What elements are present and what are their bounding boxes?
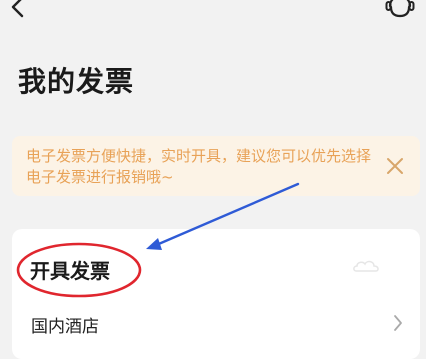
list-item-label: 国内酒店 <box>31 317 99 337</box>
invoice-card: 开具发票 国内酒店 <box>12 229 420 359</box>
chevron-right-icon <box>394 315 402 331</box>
highlight-ellipse <box>16 242 142 298</box>
notice-text: 电子发票方便快捷，实时开具，建议您可以优先选择电子发票进行报销哦~ <box>26 147 372 186</box>
decorative-cloud-icon <box>353 260 379 272</box>
headset-icon[interactable] <box>384 0 416 22</box>
chevron-left-icon[interactable] <box>6 0 32 22</box>
notice-banner: 电子发票方便快捷，实时开具，建议您可以优先选择电子发票进行报销哦~ <box>12 136 420 196</box>
close-icon[interactable] <box>384 155 406 177</box>
page-title: 我的发票 <box>18 65 135 98</box>
top-bar <box>0 0 426 32</box>
list-item-domestic-hotel[interactable]: 国内酒店 <box>12 303 420 343</box>
